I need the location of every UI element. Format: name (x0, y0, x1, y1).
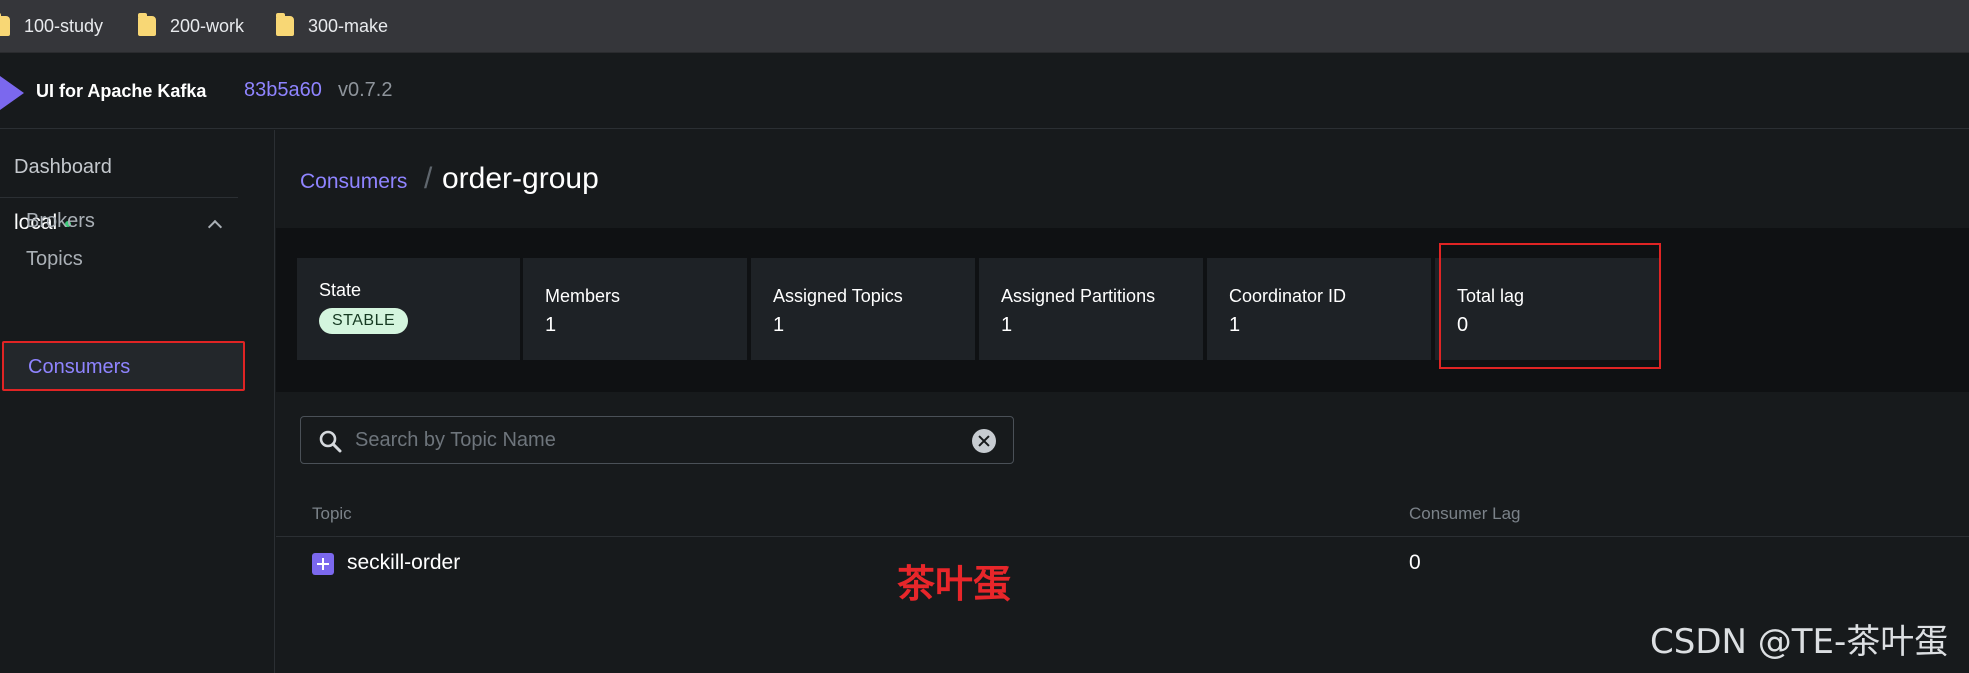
bookmarks-bar: 100-study 200-work 300-make (0, 0, 1969, 53)
sidebar-item-label: Brokers (26, 210, 95, 232)
folder-icon (0, 13, 10, 36)
table-header-divider (276, 536, 1969, 537)
watermark-center: 茶叶蛋 (897, 562, 1012, 606)
consumer-lag-cell: 0 (1409, 551, 1421, 574)
app-title[interactable]: UI for Apache Kafka (36, 81, 206, 102)
sidebar-item-label: Consumers (28, 356, 131, 378)
topic-search (300, 416, 1014, 464)
status-badge: STABLE (319, 308, 409, 334)
topic-name-cell[interactable]: seckill-order (347, 551, 460, 575)
search-input[interactable] (355, 425, 955, 455)
stat-label: Members (545, 286, 621, 306)
folder-icon (276, 13, 294, 36)
stat-assigned-topics: Assigned Topics 1 (751, 258, 975, 360)
kafka-logo-icon[interactable] (0, 76, 24, 110)
stat-value: 1 (1229, 314, 1241, 336)
stat-value: 1 (1001, 314, 1013, 336)
folder-icon (138, 13, 156, 36)
version-hash-link[interactable]: 83b5a60 (244, 79, 322, 102)
bookmark-label: 300-make (308, 15, 389, 36)
stat-value: 1 (545, 314, 557, 336)
stat-label: State (319, 280, 362, 300)
watermark-csdn: CSDN @TE-茶叶蛋 (1650, 622, 1949, 662)
main-content: Consumers / order-group State STABLE Mem… (276, 130, 1969, 673)
stat-state: State STABLE (297, 258, 520, 360)
breadcrumb-separator: / (424, 162, 433, 195)
sidebar-item-label: Topics (26, 248, 83, 270)
search-icon (319, 430, 342, 453)
bookmark-300-make[interactable]: 300-make (276, 13, 389, 38)
stats-panel: State STABLE Members 1 Assigned Topics 1… (276, 228, 1969, 392)
stat-value: 1 (773, 314, 785, 336)
stat-label: Assigned Topics (773, 286, 903, 306)
column-header-consumer-lag[interactable]: Consumer Lag (1409, 504, 1521, 524)
sidebar-item-dashboard[interactable]: Dashboard (14, 156, 112, 179)
expand-row-icon[interactable] (312, 553, 334, 575)
stat-label: Assigned Partitions (1001, 286, 1156, 306)
bookmark-label: 100-study (24, 15, 104, 36)
version-number: v0.7.2 (338, 79, 393, 101)
sidebar-divider (0, 197, 238, 198)
bookmark-200-work[interactable]: 200-work (138, 13, 245, 38)
clear-search-icon[interactable] (972, 429, 996, 453)
stat-coordinator-id: Coordinator ID 1 (1207, 258, 1431, 360)
page-title: order-group (442, 162, 599, 195)
sidebar: Dashboard local Brokers Topics Consumers (0, 130, 275, 673)
stat-members: Members 1 (523, 258, 747, 360)
chevron-up-icon[interactable] (207, 219, 223, 235)
bookmark-label: 200-work (170, 15, 245, 36)
sidebar-item-consumers[interactable]: Consumers (2, 341, 245, 391)
column-header-topic[interactable]: Topic (312, 504, 352, 524)
top-nav: UI for Apache Kafka 83b5a60 v0.7.2 (0, 54, 1969, 129)
total-lag-highlight-box (1439, 243, 1661, 369)
stat-label: Coordinator ID (1229, 286, 1347, 306)
bookmark-100-study[interactable]: 100-study (0, 13, 104, 38)
breadcrumb-consumers-link[interactable]: Consumers (300, 170, 407, 194)
stat-assigned-partitions: Assigned Partitions 1 (979, 258, 1203, 360)
